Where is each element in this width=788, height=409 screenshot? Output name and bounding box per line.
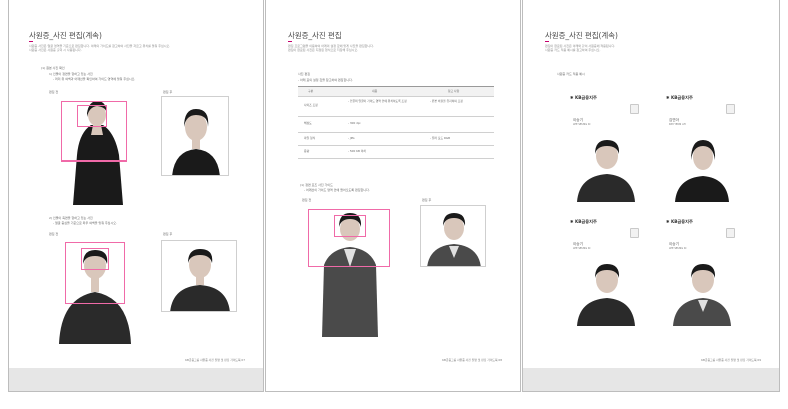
id-card: ✱ KB금융지주 이승기 LEE SEUNG KI [567,216,646,326]
intro-line-2: 사원증 카드 적용 예시를 참고하여 주십시오. [545,48,601,52]
before-label: 편집 전 [302,198,312,202]
table-cell: 파일 형식 [304,136,316,140]
table-cell: - 컬러 모드 RGB [430,136,450,140]
example-note: - 어깨선이 가이드 영역 안에 들어오도록 편집합니다. [304,188,370,192]
card-roman-name: KIM YEON AH [669,123,686,126]
card-logo-text: KB금융지주 [670,219,693,224]
page-2: 사원증_사진 편집 편집 프로그램을 이용하여 아래의 설정 값에 맞게 사진을… [265,0,521,368]
page-gap-1 [8,368,264,392]
table-row: 용량 - 500 KB 이하 [298,145,494,159]
photo-after-2 [161,240,237,312]
card-logo-text: KB금융지주 [574,95,597,100]
page-footer: KB금융그룹 사원증 사진 촬영 및 편집 가이드북 07 [185,358,245,362]
page-footer: KB금융그룹 사원증 사진 촬영 및 편집 가이드북 09 [701,358,761,362]
title-accent [288,41,292,42]
table-cell: 해상도 [304,121,312,125]
kb-star-icon: ✱ KB금융지주 [570,219,597,224]
example-title: (1) 정면 포즈 사진 가이드 [300,183,333,187]
person-illustration-icon [567,256,646,326]
chip-icon [630,104,639,114]
card-logo-text: KB금융지주 [574,219,597,224]
table-cell: - 인물의 얼굴이 가이드 영역 안에 위치하도록 조정 [348,99,407,103]
card-photo [663,132,742,202]
table-row: 사이즈 조정 - 인물의 얼굴이 가이드 영역 안에 위치하도록 조정 - 원본… [298,96,494,117]
table-header-cell: 참고 사항 [448,89,460,93]
after-label: 편집 후 [422,198,432,202]
chip-icon [726,228,735,238]
page-gap-2 [265,368,521,392]
settings-table: 구분 내용 참고 사항 사이즈 조정 - 인물의 얼굴이 가이드 영역 안에 위… [298,86,494,159]
title-accent [29,41,33,42]
face-guide [81,248,109,270]
person-illustration-icon [567,132,646,202]
page-title: 사원증_사진 편집 [288,31,342,40]
table-row: 파일 형식 - JPG - 컬러 모드 RGB [298,132,494,146]
kb-star-icon: ✱ KB금융지주 [570,95,597,100]
id-card: ✱ KB금융지주 이승기 LEE SEUNG KI [567,92,646,202]
photo-before [300,203,400,337]
subsection-a: 1) 인물이 정면을 향하고 있는 사진 [49,72,93,76]
chip-icon [630,228,639,238]
page-3: 사원증_사진 편집(계속) 편집이 완료된 사진은 아래와 같이 사원증에 적용… [522,0,780,368]
page-title: 사원증_사진 편집(계속) [545,31,618,40]
table-cell: - 300 dpi [348,121,361,125]
table-cell: 용량 [304,149,310,153]
page-title: 사원증_사진 편집(계속) [29,31,102,40]
page-gap-3 [522,368,780,392]
card-roman-name: LEE SEUNG KI [669,247,687,250]
photo-after [420,205,486,267]
photo-before-1 [47,95,143,205]
table-cell: 사이즈 조정 [304,103,318,107]
card-roman-name: LEE SEUNG KI [573,123,591,126]
section-title: (1) 원본 사진 확인 [41,66,65,70]
shoulder-guide [61,161,127,162]
title-accent [545,41,549,42]
table-cell: - 500 KB 이하 [348,149,366,153]
intro-line-2: 편집이 완료된 사진은 지정된 형식으로 저장해 주십시오. [288,48,359,52]
before-label: 편집 전 [49,90,59,94]
person-illustration-icon [663,132,742,202]
face-guide [334,215,366,237]
id-card: ✱ KB금융지주 김연아 KIM YEON AH [663,92,742,202]
after-label-2: 편집 후 [163,232,173,236]
page-footer: KB금융그룹 사원증 사진 촬영 및 편집 가이드북 08 [442,358,502,362]
table-cell: - JPG [348,136,355,140]
after-label: 편집 후 [163,90,173,94]
card-photo [663,256,742,326]
chip-icon [726,104,735,114]
settings-title: 사진 편집 [298,72,310,76]
person-illustration-icon [162,97,228,175]
face-guide [77,105,107,127]
kb-star-icon: ✱ KB금융지주 [666,95,693,100]
table-header-cell: 구분 [308,89,314,93]
table-cell: - 원본 비율을 유지하며 조정 [430,99,463,103]
card-roman-name: LEE SEUNG KI [573,247,591,250]
person-illustration-icon [421,206,485,266]
before-label-2: 편집 전 [49,232,59,236]
id-card: ✱ KB금융지주 이승기 LEE SEUNG KI [663,216,742,326]
card-logo-text: KB금융지주 [670,95,693,100]
card-photo [567,256,646,326]
example-title: 사원증 카드 적용 예시 [557,72,585,76]
settings-note: - 아래 표의 설정 값을 참고하여 편집합니다. [298,78,353,82]
photo-before-2 [47,238,143,344]
card-photo [567,132,646,202]
table-header-cell: 내용 [372,89,378,93]
person-illustration-icon [663,256,742,326]
table-row: 해상도 - 300 dpi [298,116,494,133]
person-illustration-icon [162,241,236,311]
photo-after-1 [161,96,229,176]
subsection-b-note: - 얼굴 중심을 기준으로 좌우 여백을 맞춰 주십시오. [53,221,117,225]
intro-line-2: 사원증 사진은 사원증 출력 시 사용됩니다. [29,48,82,52]
kb-star-icon: ✱ KB금융지주 [666,219,693,224]
subsection-a-note: - 머리 위 여백과 어깨선을 확인하여 가이드 영역에 맞춰 주십시오. [53,77,136,81]
subsection-b: 2) 인물이 측면을 향하고 있는 사진 [49,216,93,220]
page-1: 사원증_사진 편집(계속) 사원증 사진은 얼굴 영역을 기준으로 편집합니다.… [8,0,264,368]
